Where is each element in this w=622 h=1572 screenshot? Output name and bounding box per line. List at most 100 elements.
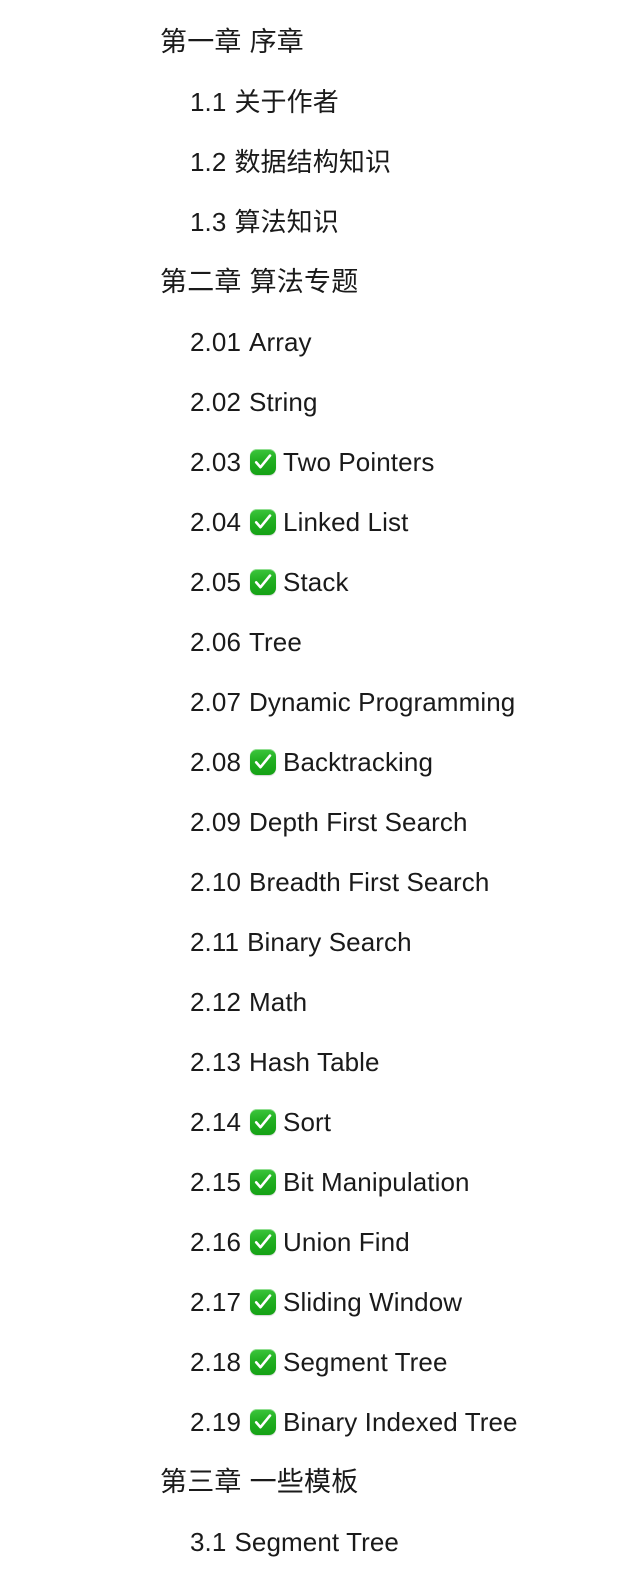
toc-entry-label: String: [249, 387, 318, 417]
toc-row-content: 2.16 Union Find: [190, 1229, 410, 1255]
toc-entry-number: 2.06: [190, 627, 242, 657]
toc-section-row[interactable]: 2.15 Bit Manipulation: [0, 1152, 622, 1212]
white-check-mark-icon: [250, 1229, 277, 1255]
toc-entry-number: 2.13: [190, 1047, 242, 1077]
toc-entry-number: 1.3: [190, 207, 227, 237]
toc-section-row[interactable]: 2.04 Linked List: [0, 492, 622, 552]
toc-section-row[interactable]: 2.12 Math: [0, 972, 622, 1032]
toc-entry-number: 2.05: [190, 567, 242, 597]
toc-row-content: 第一章 序章: [160, 26, 305, 57]
toc-entry-number: 2.09: [190, 807, 242, 837]
toc-chapter-row[interactable]: 第二章 算法专题: [0, 252, 622, 312]
table-of-contents: 第一章 序章 1.1 关于作者 1.2 数据结构知识 1.3 算法知识 第二章 算法专题 2.01 A…: [0, 0, 622, 1572]
toc-entry-number: 第三章: [160, 1466, 242, 1497]
toc-section-row[interactable]: 2.08 Backtracking: [0, 732, 622, 792]
toc-section-row[interactable]: 2.03 Two Pointers: [0, 432, 622, 492]
toc-section-row[interactable]: 2.05 Stack: [0, 552, 622, 612]
white-check-mark-icon: [250, 449, 277, 475]
toc-entry-label: Dynamic Programming: [249, 687, 516, 717]
toc-row-content: 2.04 Linked List: [190, 509, 408, 535]
toc-entry-label: Stack: [283, 567, 349, 597]
white-check-mark-icon: [250, 1349, 277, 1375]
toc-entry-label: Binary Indexed Tree: [283, 1407, 518, 1437]
toc-section-row[interactable]: 2.13 Hash Table: [0, 1032, 622, 1092]
toc-row-content: 2.08 Backtracking: [190, 749, 433, 775]
toc-entry-number: 1.1: [190, 87, 227, 117]
toc-entry-number: 第二章: [160, 266, 242, 297]
toc-row-content: 第三章 一些模板: [160, 1466, 359, 1497]
toc-entry-label: 算法知识: [234, 207, 339, 237]
toc-entry-number: 2.04: [190, 507, 242, 537]
toc-entry-label: 序章: [249, 26, 305, 57]
toc-section-row[interactable]: 2.06 Tree: [0, 612, 622, 672]
toc-section-row[interactable]: 2.19 Binary Indexed Tree: [0, 1392, 622, 1452]
toc-section-row[interactable]: 2.11 Binary Search: [0, 912, 622, 972]
toc-row-content: 2.02 String: [190, 389, 318, 415]
toc-entry-label: Two Pointers: [283, 447, 435, 477]
toc-entry-label: Breadth First Search: [249, 867, 490, 897]
toc-section-row[interactable]: 3.1 Segment Tree: [0, 1512, 622, 1572]
toc-entry-number: 2.12: [190, 987, 242, 1017]
toc-entry-label: 关于作者: [234, 87, 339, 117]
toc-entry-number: 2.11: [190, 927, 240, 957]
toc-entry-label: 算法专题: [249, 266, 359, 297]
toc-entry-label: 一些模板: [249, 1466, 359, 1497]
toc-entry-label: Binary Search: [247, 927, 412, 957]
toc-section-row[interactable]: 2.09 Depth First Search: [0, 792, 622, 852]
toc-section-row[interactable]: 1.2 数据结构知识: [0, 132, 622, 192]
toc-row-content: 2.07 Dynamic Programming: [190, 689, 515, 715]
toc-chapter-row[interactable]: 第三章 一些模板: [0, 1452, 622, 1512]
toc-section-row[interactable]: 2.10 Breadth First Search: [0, 852, 622, 912]
toc-row-content: 2.10 Breadth First Search: [190, 869, 489, 895]
toc-chapter-row[interactable]: 第一章 序章: [0, 12, 622, 72]
toc-entry-number: 3.1: [190, 1527, 227, 1557]
toc-entry-label: Hash Table: [249, 1047, 380, 1077]
toc-section-row[interactable]: 2.02 String: [0, 372, 622, 432]
toc-row-content: 2.03 Two Pointers: [190, 449, 435, 475]
toc-row-content: 2.05 Stack: [190, 569, 349, 595]
toc-entry-number: 2.03: [190, 447, 242, 477]
toc-section-row[interactable]: 1.1 关于作者: [0, 72, 622, 132]
toc-row-content: 2.14 Sort: [190, 1109, 331, 1135]
toc-row-content: 第二章 算法专题: [160, 266, 359, 297]
toc-section-row[interactable]: 1.3 算法知识: [0, 192, 622, 252]
toc-row-content: 2.18 Segment Tree: [190, 1349, 448, 1375]
toc-entry-label: Depth First Search: [249, 807, 468, 837]
toc-entry-label: 数据结构知识: [234, 147, 392, 177]
toc-entry-number: 2.16: [190, 1227, 242, 1257]
white-check-mark-icon: [250, 1169, 277, 1195]
toc-entry-number: 1.2: [190, 147, 227, 177]
toc-entry-label: Sort: [283, 1107, 332, 1137]
toc-entry-label: Tree: [249, 627, 302, 657]
toc-row-content: 2.11 Binary Search: [190, 929, 412, 955]
toc-section-row[interactable]: 2.16 Union Find: [0, 1212, 622, 1272]
toc-entry-number: 2.02: [190, 387, 242, 417]
toc-row-content: 1.3 算法知识: [190, 209, 339, 235]
toc-entry-number: 2.15: [190, 1167, 242, 1197]
toc-row-content: 2.06 Tree: [190, 629, 302, 655]
toc-row-content: 2.17 Sliding Window: [190, 1289, 462, 1315]
toc-entry-label: Segment Tree: [234, 1527, 399, 1557]
toc-section-row[interactable]: 2.18 Segment Tree: [0, 1332, 622, 1392]
white-check-mark-icon: [250, 749, 277, 775]
toc-entry-number: 2.07: [190, 687, 242, 717]
toc-row-content: 2.01 Array: [190, 329, 312, 355]
toc-entry-number: 第一章: [160, 26, 242, 57]
toc-row-content: 2.13 Hash Table: [190, 1049, 380, 1075]
toc-entry-number: 2.01: [190, 327, 242, 357]
toc-section-row[interactable]: 2.07 Dynamic Programming: [0, 672, 622, 732]
toc-row-content: 2.12 Math: [190, 989, 307, 1015]
white-check-mark-icon: [250, 509, 277, 535]
toc-row-content: 2.19 Binary Indexed Tree: [190, 1409, 518, 1435]
white-check-mark-icon: [250, 1409, 277, 1435]
toc-entry-label: Segment Tree: [283, 1347, 448, 1377]
toc-entry-label: Backtracking: [283, 747, 434, 777]
toc-section-row[interactable]: 2.01 Array: [0, 312, 622, 372]
toc-entry-number: 2.19: [190, 1407, 242, 1437]
toc-entry-label: Sliding Window: [283, 1287, 463, 1317]
white-check-mark-icon: [250, 1289, 277, 1315]
toc-entry-number: 2.10: [190, 867, 242, 897]
toc-row-content: 1.1 关于作者: [190, 89, 339, 115]
toc-section-row[interactable]: 2.14 Sort: [0, 1092, 622, 1152]
toc-section-row[interactable]: 2.17 Sliding Window: [0, 1272, 622, 1332]
